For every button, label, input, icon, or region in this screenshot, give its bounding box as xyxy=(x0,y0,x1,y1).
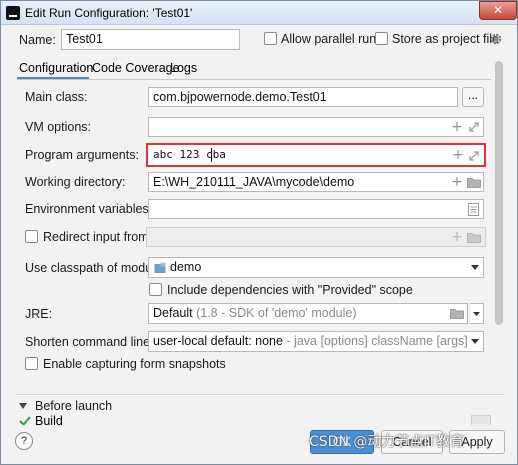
chevron-down-icon[interactable] xyxy=(471,339,479,344)
folder-icon[interactable] xyxy=(467,232,481,243)
shorten-command-line-label: Shorten command line: xyxy=(25,335,154,349)
store-project-file-label: Store as project file xyxy=(392,32,499,46)
shorten-value-main: user-local default: none xyxy=(153,334,283,348)
main-class-value: com.bjpowernode.demo.Test01 xyxy=(153,90,327,104)
scrollbar-thumb[interactable] xyxy=(495,61,503,325)
shorten-command-line-value: user-local default: none - java [options… xyxy=(153,334,468,348)
main-class-input[interactable]: com.bjpowernode.demo.Test01 xyxy=(148,87,458,107)
redirect-input-label: Redirect input from: xyxy=(43,230,153,244)
help-button[interactable]: ? xyxy=(15,432,33,450)
main-class-browse-button[interactable]: ... xyxy=(462,87,484,107)
tab-logs[interactable]: Logs xyxy=(170,61,197,75)
jre-select[interactable]: Default (1.8 - SDK of 'demo' module) xyxy=(148,303,468,324)
window-title: Edit Run Configuration: 'Test01' xyxy=(25,6,193,20)
tab-configuration[interactable]: Configuration xyxy=(19,61,93,75)
vm-options-label: VM options: xyxy=(25,120,92,134)
edit-run-configuration-dialog: Edit Run Configuration: 'Test01' ✕ Name:… xyxy=(0,0,518,465)
tab-code-coverage[interactable]: Code Coverage xyxy=(92,61,180,75)
jre-dropdown-button[interactable] xyxy=(470,303,484,324)
text-cursor xyxy=(211,148,212,162)
working-directory-input[interactable]: E:\WH_210111_JAVA\mycode\demo + xyxy=(148,172,484,192)
allow-parallel-label: Allow parallel run xyxy=(281,32,377,46)
capture-snapshots-checkbox[interactable] xyxy=(25,357,38,370)
classpath-module-value: demo xyxy=(170,260,202,274)
divider xyxy=(15,394,505,395)
chevron-down-icon[interactable] xyxy=(471,265,479,270)
program-arguments-value: abc 123 cba xyxy=(153,148,226,161)
environment-variables-label: Environment variables: xyxy=(25,202,153,216)
classpath-module-label: Use classpath of module: xyxy=(25,261,166,275)
folder-icon[interactable] xyxy=(467,177,481,188)
build-item-label: Build xyxy=(35,415,63,425)
include-dependencies-checkbox[interactable] xyxy=(149,283,162,296)
close-button[interactable]: ✕ xyxy=(479,1,517,20)
chevron-down-icon xyxy=(473,312,480,316)
collapse-triangle-icon[interactable] xyxy=(19,403,27,409)
title-bar[interactable]: Edit Run Configuration: 'Test01' ✕ xyxy=(1,1,517,25)
include-dependencies-label: Include dependencies with "Provided" sco… xyxy=(167,283,413,297)
csdn-watermark: CSDN @动力节点IT教育 xyxy=(309,434,465,450)
environment-variables-input[interactable] xyxy=(148,199,484,219)
jre-value: Default (1.8 - SDK of 'demo' module) xyxy=(153,306,357,320)
gear-icon[interactable] xyxy=(489,32,503,46)
capture-snapshots-label: Enable capturing form snapshots xyxy=(43,357,226,371)
module-icon xyxy=(154,262,166,273)
vm-options-input[interactable]: + xyxy=(148,117,484,137)
store-project-file-checkbox[interactable] xyxy=(375,32,388,45)
redirect-input-checkbox[interactable] xyxy=(25,230,38,243)
working-directory-label: Working directory: xyxy=(25,175,126,189)
jre-value-detail: (1.8 - SDK of 'demo' module) xyxy=(196,306,357,320)
vertical-scrollbar[interactable] xyxy=(493,61,505,401)
before-launch-label[interactable]: Before launch xyxy=(35,399,112,413)
before-launch-text: Before launch xyxy=(35,399,113,413)
edit-list-icon[interactable] xyxy=(468,203,479,216)
jre-value-main: Default xyxy=(153,306,193,320)
classpath-module-select[interactable]: demo xyxy=(148,257,484,278)
redirect-input-field[interactable]: + xyxy=(146,227,486,247)
plus-icon[interactable]: + xyxy=(451,175,463,189)
jre-label: JRE: xyxy=(25,307,53,321)
build-check-icon xyxy=(19,415,31,425)
allow-parallel-checkbox[interactable] xyxy=(264,32,277,45)
before-launch-toolbar[interactable] xyxy=(471,415,491,425)
expand-icon[interactable] xyxy=(468,150,480,162)
plus-icon[interactable]: + xyxy=(452,148,464,162)
name-label: Name: xyxy=(19,33,56,47)
intellij-app-icon xyxy=(6,6,20,20)
expand-icon[interactable] xyxy=(468,121,480,133)
name-input[interactable]: Test01 xyxy=(61,29,240,50)
before-launch-build-item[interactable]: Build xyxy=(35,415,63,425)
name-input-value: Test01 xyxy=(66,32,103,46)
shorten-value-detail: - java [options] className [args] xyxy=(286,334,468,348)
program-arguments-label: Program arguments: xyxy=(25,148,139,162)
plus-icon[interactable]: + xyxy=(451,230,463,244)
plus-icon[interactable]: + xyxy=(451,120,463,134)
working-directory-value: E:\WH_210111_JAVA\mycode\demo xyxy=(153,175,355,189)
folder-icon[interactable] xyxy=(450,308,464,319)
program-arguments-input[interactable]: abc 123 cba + xyxy=(146,143,486,167)
main-class-label: Main class: xyxy=(25,90,88,104)
shorten-command-line-select[interactable]: user-local default: none - java [options… xyxy=(148,331,484,352)
